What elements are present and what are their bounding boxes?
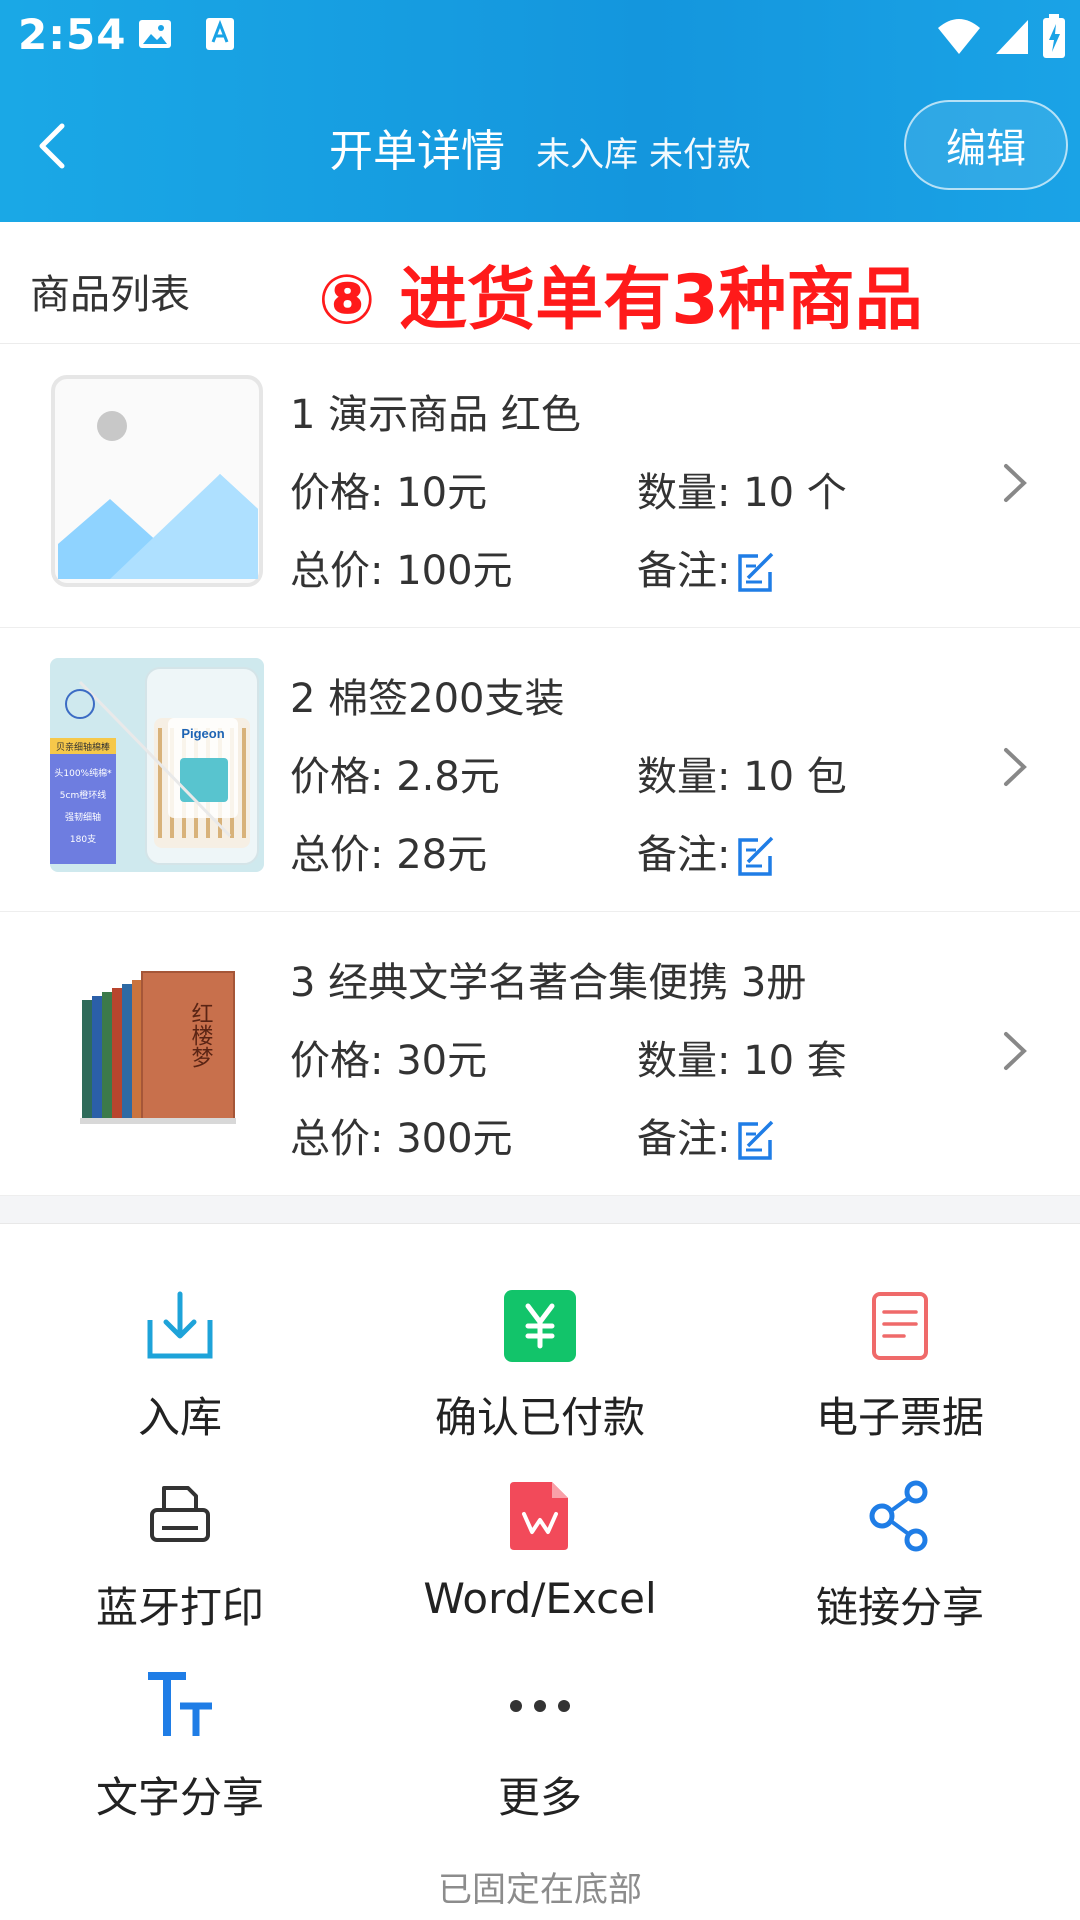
action-label: 文字分享 [95,1773,264,1822]
cell-signal-icon [996,20,1028,54]
product-list-title: 商品列表 [30,272,190,318]
product-total: 总价: 100元 [290,548,513,594]
pinned-footer-note: 已固定在底部 [438,1870,642,1910]
chevron-right-icon[interactable] [1000,742,1030,792]
warehouse-in-icon [147,1291,213,1359]
note-label: 备注: [637,548,731,594]
printer-icon [150,1486,210,1542]
battery-charging-icon [1043,14,1065,58]
product-note[interactable]: 备注: [637,538,776,596]
chevron-right-icon[interactable] [1000,458,1030,508]
page-title: 开单详情 [329,126,506,177]
wifi-icon [938,19,980,54]
thumbnail-caption: 头100%纯棉* [54,767,112,779]
product-row[interactable]: 1 演示商品 红色 价格: 10元 数量: 10 个 总价: 100元 备注: [0,344,1080,628]
product-price: 价格: 10元 [290,470,488,516]
status-indicators [936,12,1066,60]
warehouse-in-button[interactable]: 入库 [0,1290,360,1480]
word-excel-button[interactable]: Word/Excel [360,1480,720,1670]
product-name: 1 演示商品 红色 [290,392,581,438]
link-share-button[interactable]: 链接分享 [720,1480,1080,1670]
more-button[interactable]: 更多 [360,1670,720,1860]
product-price: 价格: 30元 [290,1038,488,1084]
section-divider [0,1196,1080,1224]
edit-note-icon[interactable] [734,836,776,878]
image-placeholder-icon [51,375,263,587]
text-share-icon [148,1672,212,1736]
top-app-bar: 2:54 开单详情 未入库 未付款 编辑 [0,0,1080,222]
action-label: 蓝牙打印 [95,1583,264,1632]
thumbnail-caption: 贝亲细轴棉棒 [56,741,110,753]
thumbnail-caption: 5cm橙环线 [60,789,106,801]
action-label: Word/Excel [423,1574,657,1623]
action-label: 电子票据 [815,1393,984,1442]
receipt-document-icon [872,1292,928,1360]
product-note[interactable]: 备注: [637,822,776,880]
thumbnail-caption: 强韧细轴 [65,811,101,823]
status-time: 2:54 [18,10,127,59]
product-quantity: 数量: 10 套 [637,1038,847,1084]
action-label: 入库 [137,1393,222,1442]
book-cover-title: 红楼梦 [188,1002,214,1068]
text-share-button[interactable]: 文字分享 [0,1670,360,1860]
product-total: 总价: 300元 [290,1116,513,1162]
yuan-payment-icon [504,1290,576,1362]
tutorial-annotation: ⑧ 进货单有3种商品 [318,261,923,340]
product-row[interactable]: 红楼梦 3 经典文学名著合集便携 3册 价格: 30元 数量: 10 套 总价:… [0,912,1080,1196]
status-bar: 2:54 [0,0,1080,75]
product-list-header: 商品列表 ⑧ 进货单有3种商品 [0,222,1080,344]
product-note[interactable]: 备注: [637,1106,776,1164]
thumbnail-caption: 180支 [70,833,96,845]
wps-office-icon [510,1482,568,1550]
app-notification-icon [206,18,234,50]
more-dots-icon [510,1700,570,1712]
product-quantity: 数量: 10 个 [637,470,847,516]
action-label: 确认已付款 [434,1393,645,1442]
e-receipt-button[interactable]: 电子票据 [720,1290,1080,1480]
edit-note-icon[interactable] [734,1120,776,1162]
bluetooth-print-button[interactable]: 蓝牙打印 [0,1480,360,1670]
note-label: 备注: [637,1116,731,1162]
thumbnail-brand: Pigeon [181,726,224,741]
share-link-icon [869,1480,928,1552]
product-name: 2 棉签200支装 [290,676,565,722]
cotton-swab-product-photo: Pigeon 贝亲细轴棉棒 头100%纯棉* 5cm橙环线 强韧细轴 180支 [50,658,264,872]
product-total: 总价: 28元 [290,832,488,878]
product-row[interactable]: Pigeon 贝亲细轴棉棒 头100%纯棉* 5cm橙环线 强韧细轴 180支 … [0,628,1080,912]
note-label: 备注: [637,832,731,878]
confirm-paid-button[interactable]: 确认已付款 [360,1290,720,1480]
product-quantity: 数量: 10 包 [637,754,847,800]
action-label: 链接分享 [815,1583,984,1632]
gallery-notification-icon [139,20,171,48]
product-name: 3 经典文学名著合集便携 3册 [290,960,807,1006]
order-status: 未入库 未付款 [536,135,751,175]
edit-button[interactable]: 编辑 [904,100,1068,190]
edit-note-icon[interactable] [734,552,776,594]
product-price: 价格: 2.8元 [290,754,500,800]
book-set-photo: 红楼梦 [50,942,264,1156]
chevron-right-icon[interactable] [1000,1026,1030,1076]
action-label: 更多 [497,1773,582,1822]
